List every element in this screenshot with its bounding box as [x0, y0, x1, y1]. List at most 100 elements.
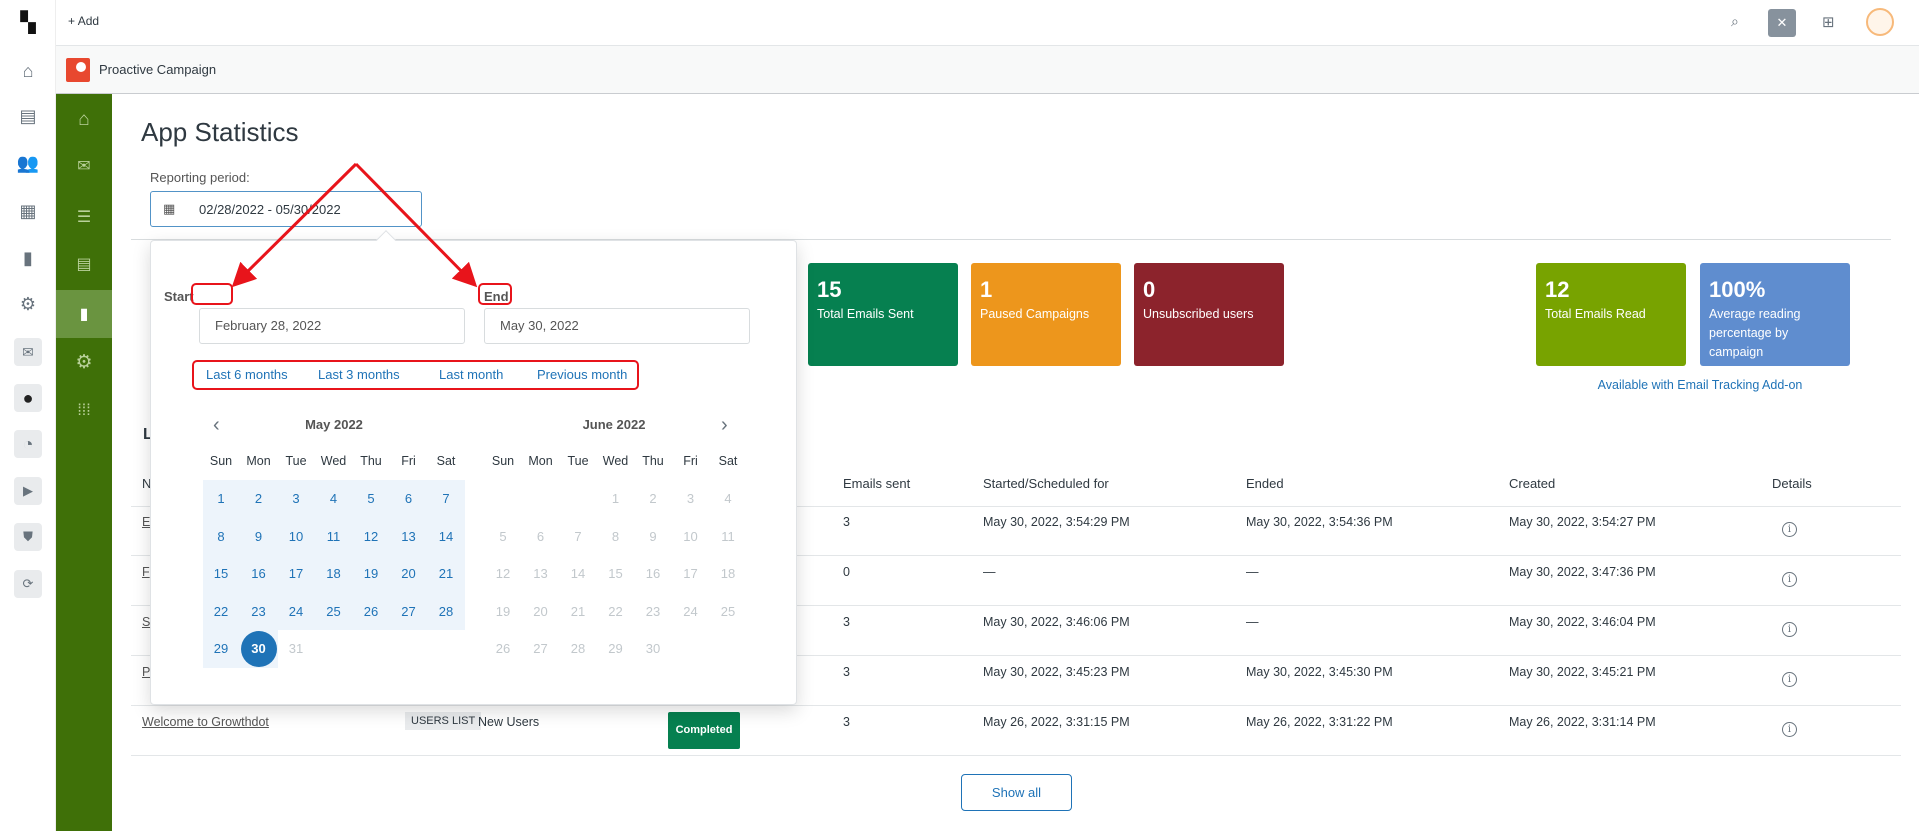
prev-month-icon[interactable]: ‹	[213, 414, 220, 437]
video-app-icon[interactable]: ▶	[14, 477, 42, 505]
calendar-day[interactable]: 1	[203, 481, 239, 517]
chat-sync-icon[interactable]: ⟳	[14, 570, 42, 598]
calendar-day[interactable]: 20	[391, 556, 427, 592]
calendar-day[interactable]: 2	[635, 481, 671, 517]
calendar-day[interactable]: 16	[241, 556, 277, 592]
calendar-day[interactable]: 28	[428, 594, 464, 630]
calendar-day[interactable]: 29	[598, 631, 634, 667]
calendar-day[interactable]: 11	[316, 519, 352, 555]
nav-contacts-icon[interactable]: ☰	[56, 193, 112, 241]
calendar-day[interactable]: 4	[710, 481, 746, 517]
apps-grid-icon[interactable]: ⊞	[1822, 13, 1835, 31]
calendar-day[interactable]: 24	[278, 594, 314, 630]
email-tracking-link[interactable]: Available with Email Tracking Add-on	[1560, 378, 1840, 392]
calendar-day[interactable]: 29	[203, 631, 239, 667]
reporting-icon[interactable]: ▮	[14, 244, 42, 272]
show-all-button[interactable]: Show all	[961, 774, 1072, 811]
nav-more-apps-icon[interactable]: ⁞⁞⁞	[56, 387, 112, 435]
nav-statistics-icon[interactable]: ▮	[56, 290, 112, 338]
calendar-day[interactable]: 26	[353, 594, 389, 630]
calendar-day[interactable]: 1	[598, 481, 634, 517]
nav-mail-icon[interactable]: ✉	[56, 142, 112, 190]
info-icon[interactable]: i	[1782, 622, 1797, 637]
start-date-input[interactable]: February 28, 2022	[199, 308, 465, 344]
users-icon[interactable]: 👥	[14, 149, 42, 177]
info-icon[interactable]: i	[1782, 672, 1797, 687]
next-month-icon[interactable]: ›	[721, 414, 728, 437]
calendar-day[interactable]: 20	[523, 594, 559, 630]
nav-inbox-icon[interactable]: ▤	[56, 240, 112, 288]
calendar-day[interactable]: 10	[278, 519, 314, 555]
calendar-day[interactable]: 12	[353, 519, 389, 555]
proactive-campaign-icon[interactable]: ●	[14, 384, 42, 412]
calendar-day[interactable]: 10	[673, 519, 709, 555]
calendar-day[interactable]: 4	[316, 481, 352, 517]
calendar-day[interactable]: 30	[635, 631, 671, 667]
calendar-day[interactable]: 5	[353, 481, 389, 517]
zendesk-logo-icon[interactable]: ▚	[14, 8, 42, 36]
avatar[interactable]	[1866, 8, 1894, 36]
calendar-day[interactable]: 24	[673, 594, 709, 630]
calendar-day[interactable]: 22	[203, 594, 239, 630]
selected-day[interactable]: 30	[240, 631, 277, 667]
reporting-period-input[interactable]: ▦ 02/28/2022 - 05/30/2022	[150, 191, 422, 227]
calendar-day[interactable]: 17	[673, 556, 709, 592]
home-icon[interactable]: ⌂	[14, 57, 42, 85]
settings-icon[interactable]: ⚙	[14, 290, 42, 318]
calendar-day[interactable]: 14	[428, 519, 464, 555]
calendar-day[interactable]: 27	[523, 631, 559, 667]
calendar-day[interactable]: 18	[316, 556, 352, 592]
nav-home-icon[interactable]: ⌂	[56, 96, 112, 144]
calendar-day[interactable]: 26	[485, 631, 521, 667]
shield-app-icon[interactable]: ⛊	[14, 523, 42, 551]
calendar-day[interactable]: 9	[241, 519, 277, 555]
conversations-icon[interactable]: ✕	[1768, 9, 1796, 37]
add-button[interactable]: + Add	[68, 14, 99, 28]
calendar-day[interactable]: 6	[523, 519, 559, 555]
calendar-day[interactable]: 27	[391, 594, 427, 630]
calendar-day[interactable]: 23	[241, 594, 277, 630]
mail-app-icon[interactable]: ✉	[14, 338, 42, 366]
calendar-day[interactable]: 7	[428, 481, 464, 517]
calendar-day[interactable]: 16	[635, 556, 671, 592]
calendar-day[interactable]: 19	[353, 556, 389, 592]
calendar-day[interactable]: 14	[560, 556, 596, 592]
search-icon[interactable]: ⌕	[1731, 13, 1739, 30]
calendar-day[interactable]: 25	[710, 594, 746, 630]
campaign-name-link[interactable]: Welcome to Growthdot	[142, 715, 269, 729]
campaign-name-link[interactable]: F	[142, 565, 150, 579]
calendar-day[interactable]: 8	[598, 519, 634, 555]
calendar-day[interactable]: 3	[673, 481, 709, 517]
calendar-day[interactable]: 18	[710, 556, 746, 592]
calendar-day[interactable]: 13	[391, 519, 427, 555]
calendar-day[interactable]: 22	[598, 594, 634, 630]
app-c-icon[interactable]: ◔	[14, 430, 42, 458]
organizations-icon[interactable]: ▦	[14, 197, 42, 225]
calendar-day[interactable]: 15	[203, 556, 239, 592]
calendar-day[interactable]: 5	[485, 519, 521, 555]
calendar-day[interactable]: 25	[316, 594, 352, 630]
calendar-day[interactable]: 9	[635, 519, 671, 555]
calendar-day[interactable]: 21	[428, 556, 464, 592]
calendar-day[interactable]: 23	[635, 594, 671, 630]
calendar-day[interactable]: 2	[241, 481, 277, 517]
nav-settings-icon[interactable]: ⚙	[56, 338, 112, 386]
calendar-day[interactable]: 8	[203, 519, 239, 555]
calendar-day[interactable]: 15	[598, 556, 634, 592]
calendar-day[interactable]: 28	[560, 631, 596, 667]
info-icon[interactable]: i	[1782, 722, 1797, 737]
calendar-day[interactable]: 13	[523, 556, 559, 592]
calendar-day[interactable]: 11	[710, 519, 746, 555]
calendar-day[interactable]: 3	[278, 481, 314, 517]
calendar-day[interactable]: 31	[278, 631, 314, 667]
info-icon[interactable]: i	[1782, 572, 1797, 587]
inbox-icon[interactable]: ▤	[14, 102, 42, 130]
end-date-input[interactable]: May 30, 2022	[484, 308, 750, 344]
calendar-day[interactable]: 19	[485, 594, 521, 630]
calendar-day[interactable]: 12	[485, 556, 521, 592]
calendar-day[interactable]: 21	[560, 594, 596, 630]
calendar-day[interactable]: 7	[560, 519, 596, 555]
calendar-day[interactable]: 17	[278, 556, 314, 592]
info-icon[interactable]: i	[1782, 522, 1797, 537]
calendar-day[interactable]: 6	[391, 481, 427, 517]
